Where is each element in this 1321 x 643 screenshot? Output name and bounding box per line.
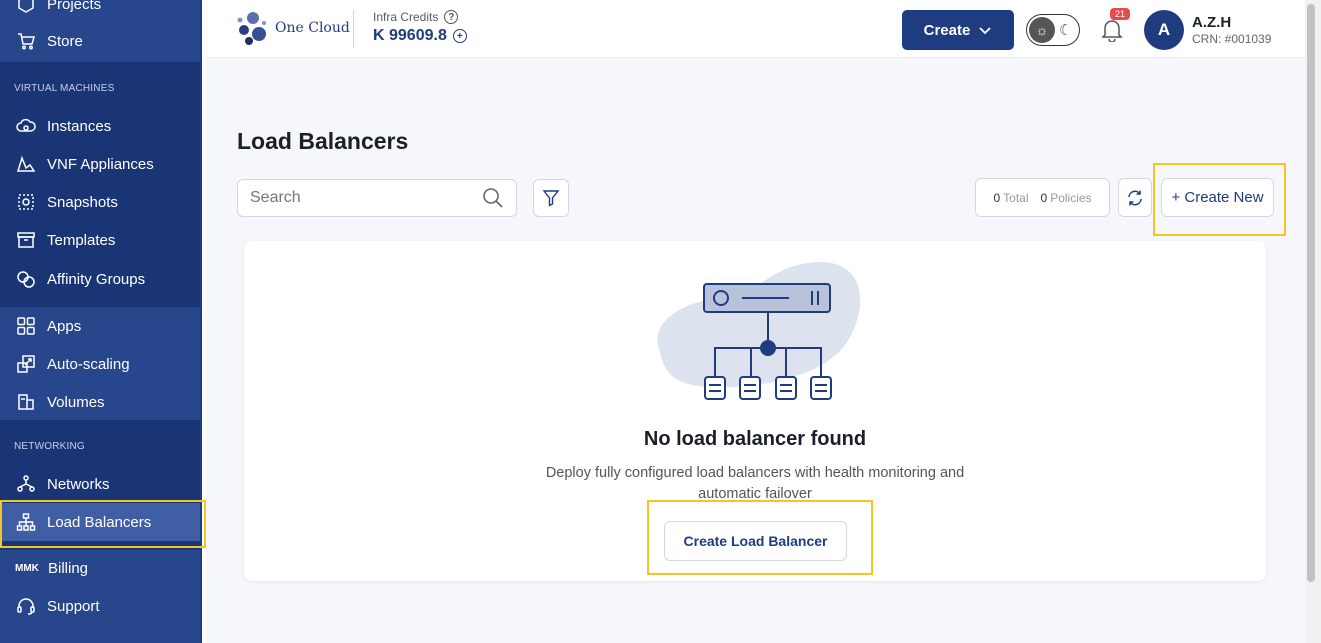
sidebar-item-store[interactable]: Store [0,22,200,60]
headset-icon [15,595,37,617]
add-credits-icon[interactable]: + [452,29,467,43]
page-title: Load Balancers [237,128,409,154]
policies-count: 0 [1040,190,1048,205]
hexagon-icon [15,0,37,15]
notification-badge: 21 [1110,8,1131,20]
sidebar-section-networking: NETWORKING [14,441,85,452]
sidebar-item-snapshots[interactable]: Snapshots [0,183,200,221]
highlight-create-load-balancer [647,500,873,575]
user-name: A.Z.H [1192,14,1232,31]
sidebar-item-apps[interactable]: Apps [0,307,200,345]
sidebar-item-volumes[interactable]: Volumes [0,383,200,421]
sidebar-item-label: Projects [47,0,102,13]
cart-icon [15,30,37,52]
credits-value: K 99609.8 [373,27,447,44]
sidebar-item-label: Volumes [47,393,105,411]
stats-summary: 0 Total 0 Policies [975,178,1110,217]
refresh-button[interactable] [1118,178,1152,217]
sidebar-item-affinity-groups[interactable]: Affinity Groups [0,260,200,298]
empty-state-description: Deploy fully configured load balancers w… [545,465,965,502]
credits-label: Infra Credits [373,10,439,24]
sidebar-item-auto-scaling[interactable]: Auto-scaling [0,345,200,383]
sidebar-item-label: Templates [47,231,116,249]
snapshot-icon [15,191,37,213]
user-crn: CRN: #001039 [1192,32,1272,46]
vnf-icon [15,153,37,175]
scrollbar-thumb[interactable] [1307,4,1315,582]
sidebar-item-label: Affinity Groups [47,270,146,288]
policies-label: Policies [1050,190,1092,205]
sidebar-item-label: Support [47,597,100,615]
logo[interactable]: One Cloud [235,8,350,48]
empty-state-title: No load balancer found [643,428,867,450]
avatar[interactable]: A [1144,10,1184,50]
help-icon[interactable]: ? [444,10,459,24]
logo-text: One Cloud [275,20,350,36]
sidebar-section-vm: VIRTUAL MACHINES [14,83,115,94]
infra-credits: Infra Credits? K 99609.8 + [373,10,467,45]
create-button-label: Create [923,21,971,39]
sidebar-item-support[interactable]: Support [0,587,200,625]
sidebar-item-label: Networks [47,475,110,493]
sidebar-item-projects[interactable]: Projects [0,0,200,23]
apps-grid-icon [15,315,37,337]
highlight-create-new [1153,163,1286,236]
header-divider [353,10,354,48]
load-balancer-illustration [657,261,861,400]
theme-toggle[interactable]: ☼ ☾ [1026,14,1080,46]
autoscale-icon [15,353,37,375]
sidebar-item-networks[interactable]: Networks [0,465,200,503]
user-info[interactable]: A.Z.H CRN: #001039 [1192,14,1271,46]
bell-icon[interactable] [1101,18,1123,47]
total-label: Total [1003,190,1029,205]
template-icon [15,229,37,251]
logo-mark-icon [237,12,266,45]
sidebar-item-label: Snapshots [47,193,118,211]
filter-button[interactable] [533,179,569,217]
sidebar-item-label: Store [47,32,83,50]
affinity-icon [15,268,37,290]
highlight-load-balancers [0,500,206,548]
sidebar-item-label: Billing [48,559,89,577]
sidebar-item-vnf-appliances[interactable]: VNF Appliances [0,145,200,183]
sidebar-item-templates[interactable]: Templates [0,221,200,259]
sidebar-item-instances[interactable]: Instances [0,107,200,145]
filter-icon [542,190,560,207]
sidebar-item-label: Auto-scaling [47,355,130,373]
search-icon[interactable] [482,187,504,209]
sidebar-item-label: Instances [47,117,112,135]
network-icon [15,473,37,495]
search-box[interactable] [237,179,517,217]
sidebar-item-label: VNF Appliances [47,155,154,173]
cloud-icon [15,115,37,137]
sidebar-item-label: Apps [47,317,82,335]
chevron-down-icon [979,27,991,35]
create-button[interactable]: Create [902,10,1014,50]
currency-prefix: MMK [15,562,39,574]
total-count: 0 [993,190,1001,205]
sidebar-item-billing[interactable]: MMK Billing [0,549,200,587]
sun-icon: ☼ [1029,17,1055,43]
refresh-icon [1128,190,1142,205]
top-header: One Cloud Infra Credits? K 99609.8 + Crea… [205,0,1305,58]
moon-icon: ☾ [1059,22,1073,39]
search-input[interactable] [250,189,482,207]
volume-icon [15,391,37,413]
